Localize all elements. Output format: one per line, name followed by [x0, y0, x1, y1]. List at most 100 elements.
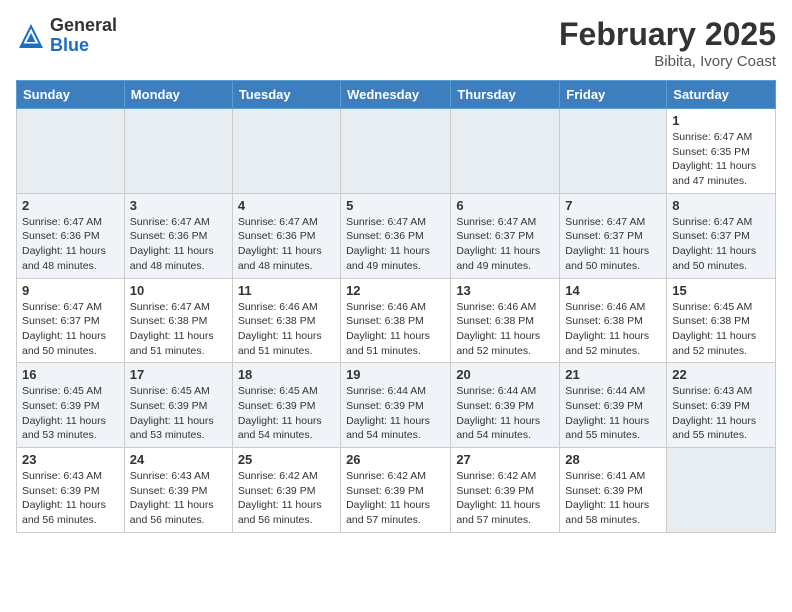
weekday-friday: Friday	[560, 81, 667, 109]
day-number: 26	[346, 452, 445, 467]
calendar-week-3: 9Sunrise: 6:47 AM Sunset: 6:37 PM Daylig…	[17, 278, 776, 363]
calendar-cell	[341, 109, 451, 194]
calendar-cell: 26 Sunrise: 6:42 AM Sunset: 6:39 PM Dayli…	[341, 448, 451, 533]
day-info: Sunrise: 6:47 AM Sunset: 6:37 PM Dayligh…	[672, 215, 770, 274]
day-info: Sunrise: 6:42 AM Sunset: 6:39 PM Dayligh…	[346, 469, 445, 528]
calendar-cell: 4 Sunrise: 6:47 AM Sunset: 6:36 PM Daylig…	[232, 193, 340, 278]
calendar-cell: 28Sunrise: 6:41 AM Sunset: 6:39 PM Dayli…	[560, 448, 667, 533]
calendar-cell: 5 Sunrise: 6:47 AM Sunset: 6:36 PM Daylig…	[341, 193, 451, 278]
calendar-week-4: 16 Sunrise: 6:45 AM Sunset: 6:39 PM Dayli…	[17, 363, 776, 448]
day-number: 21	[565, 367, 661, 382]
day-number: 12	[346, 283, 445, 298]
calendar-week-2: 2 Sunrise: 6:47 AM Sunset: 6:36 PM Daylig…	[17, 193, 776, 278]
day-info: Sunrise: 6:43 AM Sunset: 6:39 PM Dayligh…	[672, 384, 770, 443]
day-info: Sunrise: 6:44 AM Sunset: 6:39 PM Dayligh…	[456, 384, 554, 443]
calendar-cell: 21 Sunrise: 6:44 AM Sunset: 6:39 PM Dayli…	[560, 363, 667, 448]
day-info: Sunrise: 6:46 AM Sunset: 6:38 PM Dayligh…	[346, 300, 445, 359]
day-info: Sunrise: 6:45 AM Sunset: 6:39 PM Dayligh…	[130, 384, 227, 443]
day-info: Sunrise: 6:47 AM Sunset: 6:36 PM Dayligh…	[346, 215, 445, 274]
calendar-cell: 1Sunrise: 6:47 AM Sunset: 6:35 PM Daylig…	[667, 109, 776, 194]
day-info: Sunrise: 6:42 AM Sunset: 6:39 PM Dayligh…	[456, 469, 554, 528]
day-info: Sunrise: 6:47 AM Sunset: 6:36 PM Dayligh…	[130, 215, 227, 274]
calendar-cell: 16Sunrise: 6:45 AM Sunset: 6:39 PM Dayli…	[17, 363, 125, 448]
day-number: 13	[456, 283, 554, 298]
calendar-cell: 9Sunrise: 6:47 AM Sunset: 6:37 PM Daylig…	[17, 278, 125, 363]
day-info: Sunrise: 6:47 AM Sunset: 6:38 PM Dayligh…	[130, 300, 227, 359]
calendar-body: 1Sunrise: 6:47 AM Sunset: 6:35 PM Daylig…	[17, 109, 776, 533]
day-number: 16	[22, 367, 119, 382]
calendar-cell: 6 Sunrise: 6:47 AM Sunset: 6:37 PM Daylig…	[451, 193, 560, 278]
calendar-cell	[667, 448, 776, 533]
weekday-saturday: Saturday	[667, 81, 776, 109]
weekday-monday: Monday	[124, 81, 232, 109]
calendar-cell: 27Sunrise: 6:42 AM Sunset: 6:39 PM Dayli…	[451, 448, 560, 533]
day-number: 4	[238, 198, 335, 213]
calendar-week-1: 1Sunrise: 6:47 AM Sunset: 6:35 PM Daylig…	[17, 109, 776, 194]
day-number: 19	[346, 367, 445, 382]
day-number: 10	[130, 283, 227, 298]
day-info: Sunrise: 6:44 AM Sunset: 6:39 PM Dayligh…	[565, 384, 661, 443]
weekday-wednesday: Wednesday	[341, 81, 451, 109]
calendar-cell: 8 Sunrise: 6:47 AM Sunset: 6:37 PM Daylig…	[667, 193, 776, 278]
title-block: February 2025 Bibita, Ivory Coast	[559, 16, 776, 70]
logo-general-text: General	[50, 16, 117, 36]
day-number: 22	[672, 367, 770, 382]
day-info: Sunrise: 6:45 AM Sunset: 6:38 PM Dayligh…	[672, 300, 770, 359]
calendar-header: SundayMondayTuesdayWednesdayThursdayFrid…	[17, 81, 776, 109]
calendar-cell: 24 Sunrise: 6:43 AM Sunset: 6:39 PM Dayli…	[124, 448, 232, 533]
calendar-cell: 3 Sunrise: 6:47 AM Sunset: 6:36 PM Daylig…	[124, 193, 232, 278]
day-info: Sunrise: 6:46 AM Sunset: 6:38 PM Dayligh…	[565, 300, 661, 359]
weekday-tuesday: Tuesday	[232, 81, 340, 109]
calendar-cell: 2 Sunrise: 6:47 AM Sunset: 6:36 PM Daylig…	[17, 193, 125, 278]
day-info: Sunrise: 6:47 AM Sunset: 6:36 PM Dayligh…	[22, 215, 119, 274]
weekday-sunday: Sunday	[17, 81, 125, 109]
calendar-cell: 22 Sunrise: 6:43 AM Sunset: 6:39 PM Dayli…	[667, 363, 776, 448]
calendar-cell: 23 Sunrise: 6:43 AM Sunset: 6:39 PM Dayli…	[17, 448, 125, 533]
calendar-cell	[232, 109, 340, 194]
day-info: Sunrise: 6:47 AM Sunset: 6:35 PM Dayligh…	[672, 130, 770, 189]
day-info: Sunrise: 6:42 AM Sunset: 6:39 PM Dayligh…	[238, 469, 335, 528]
day-info: Sunrise: 6:46 AM Sunset: 6:38 PM Dayligh…	[456, 300, 554, 359]
calendar-cell: 18Sunrise: 6:45 AM Sunset: 6:39 PM Dayli…	[232, 363, 340, 448]
day-info: Sunrise: 6:46 AM Sunset: 6:38 PM Dayligh…	[238, 300, 335, 359]
logo: General Blue	[16, 16, 117, 56]
day-number: 11	[238, 283, 335, 298]
day-number: 14	[565, 283, 661, 298]
day-info: Sunrise: 6:43 AM Sunset: 6:39 PM Dayligh…	[22, 469, 119, 528]
day-number: 23	[22, 452, 119, 467]
day-info: Sunrise: 6:43 AM Sunset: 6:39 PM Dayligh…	[130, 469, 227, 528]
day-info: Sunrise: 6:47 AM Sunset: 6:37 PM Dayligh…	[565, 215, 661, 274]
calendar-cell	[124, 109, 232, 194]
day-number: 8	[672, 198, 770, 213]
calendar-cell	[560, 109, 667, 194]
month-title: February 2025	[559, 16, 776, 53]
day-number: 25	[238, 452, 335, 467]
day-number: 6	[456, 198, 554, 213]
calendar-cell: 14 Sunrise: 6:46 AM Sunset: 6:38 PM Dayli…	[560, 278, 667, 363]
day-number: 5	[346, 198, 445, 213]
day-info: Sunrise: 6:44 AM Sunset: 6:39 PM Dayligh…	[346, 384, 445, 443]
day-number: 2	[22, 198, 119, 213]
weekday-thursday: Thursday	[451, 81, 560, 109]
calendar-cell: 13 Sunrise: 6:46 AM Sunset: 6:38 PM Dayli…	[451, 278, 560, 363]
day-number: 7	[565, 198, 661, 213]
calendar-cell: 10 Sunrise: 6:47 AM Sunset: 6:38 PM Dayli…	[124, 278, 232, 363]
calendar-cell: 7 Sunrise: 6:47 AM Sunset: 6:37 PM Daylig…	[560, 193, 667, 278]
calendar-cell: 11 Sunrise: 6:46 AM Sunset: 6:38 PM Dayli…	[232, 278, 340, 363]
day-number: 9	[22, 283, 119, 298]
day-info: Sunrise: 6:47 AM Sunset: 6:37 PM Dayligh…	[456, 215, 554, 274]
location: Bibita, Ivory Coast	[559, 53, 776, 70]
day-number: 17	[130, 367, 227, 382]
day-number: 24	[130, 452, 227, 467]
day-info: Sunrise: 6:47 AM Sunset: 6:36 PM Dayligh…	[238, 215, 335, 274]
logo-icon	[16, 21, 46, 51]
logo-blue-text: Blue	[50, 36, 117, 56]
calendar-cell: 15 Sunrise: 6:45 AM Sunset: 6:38 PM Dayli…	[667, 278, 776, 363]
day-number: 3	[130, 198, 227, 213]
calendar-cell: 20Sunrise: 6:44 AM Sunset: 6:39 PM Dayli…	[451, 363, 560, 448]
day-number: 15	[672, 283, 770, 298]
day-info: Sunrise: 6:41 AM Sunset: 6:39 PM Dayligh…	[565, 469, 661, 528]
calendar-cell: 19 Sunrise: 6:44 AM Sunset: 6:39 PM Dayli…	[341, 363, 451, 448]
calendar-cell	[451, 109, 560, 194]
calendar-cell	[17, 109, 125, 194]
